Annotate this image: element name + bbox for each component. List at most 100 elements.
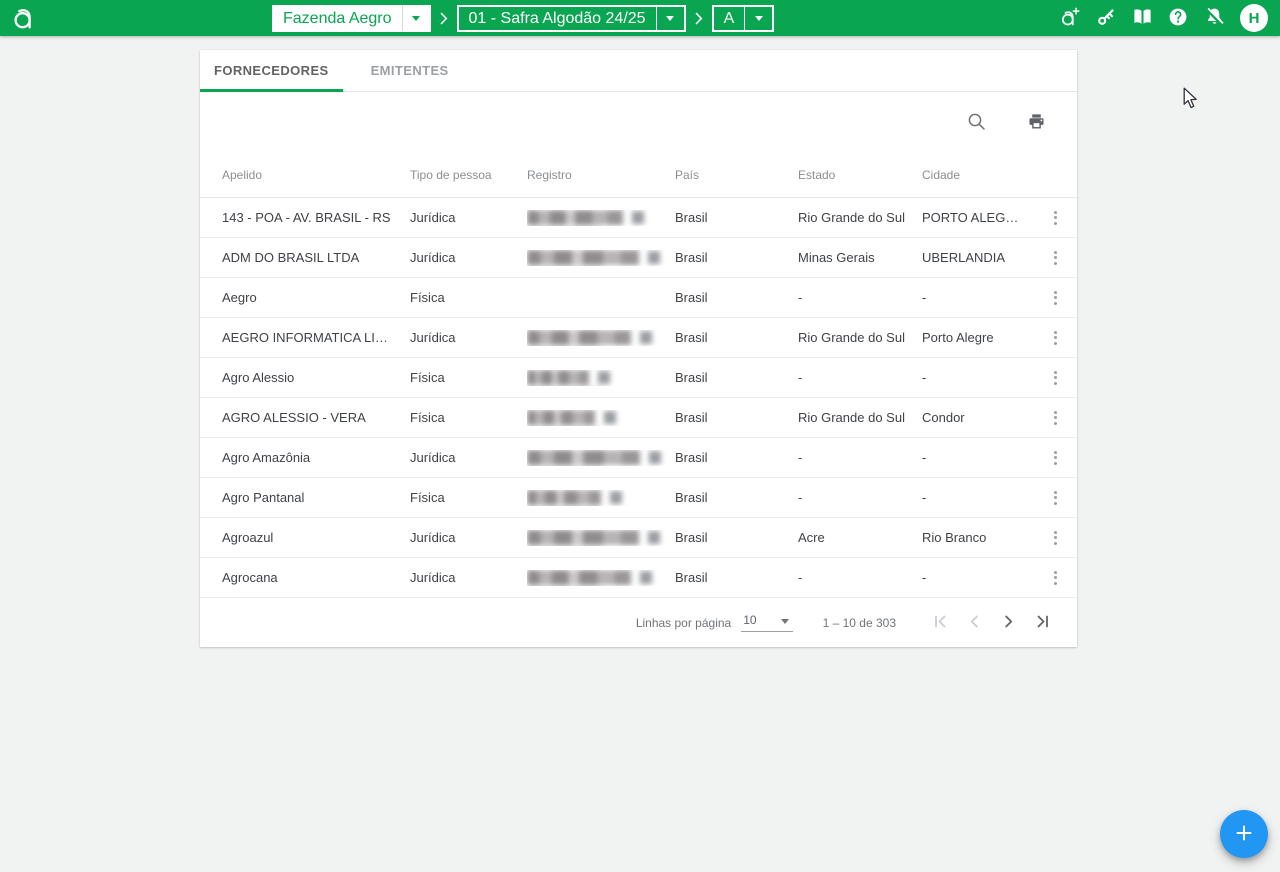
row-cell-cidade: - <box>922 370 1033 385</box>
row-menu-button[interactable] <box>1048 364 1063 391</box>
caret-down-icon[interactable] <box>657 7 684 30</box>
row-cell-apelido: AGRO ALESSIO - VERA <box>222 410 410 425</box>
row-cell-registro <box>527 370 675 386</box>
row-cell-estado: - <box>798 290 922 305</box>
add-supplier-fab[interactable] <box>1220 810 1268 858</box>
table-row[interactable]: AegroFísicaBrasil-- <box>200 278 1077 318</box>
breadcrumb-separator-icon <box>440 12 448 25</box>
row-cell-apelido: AEGRO INFORMATICA LIMITA... <box>222 330 410 345</box>
previous-page-button[interactable] <box>964 612 985 633</box>
row-menu-button[interactable] <box>1048 284 1063 311</box>
row-cell-pais: Brasil <box>675 410 798 425</box>
row-cell-pais: Brasil <box>675 290 798 305</box>
search-icon <box>967 112 986 134</box>
kebab-icon <box>1054 451 1057 465</box>
kebab-icon <box>1054 411 1057 425</box>
row-cell-tipo: Jurídica <box>410 330 527 345</box>
aegro-logo-icon[interactable] <box>10 3 40 33</box>
topbar-actions: H <box>1058 4 1270 32</box>
tab-fornecedores[interactable]: FORNECEDORES <box>200 50 343 91</box>
chevron-right-icon <box>999 612 1018 634</box>
row-cell-cidade: - <box>922 290 1033 305</box>
aegro-plus-icon <box>1059 6 1081 31</box>
row-menu-button[interactable] <box>1048 564 1063 591</box>
row-menu-button[interactable] <box>1048 204 1063 231</box>
row-cell-estado: Rio Grande do Sul <box>798 210 922 225</box>
row-cell-registro <box>527 410 675 426</box>
caret-down-icon[interactable] <box>403 6 430 31</box>
row-cell-cidade: Porto Alegre <box>922 330 1033 345</box>
key-icon <box>1096 7 1116 30</box>
table-header-row: Apelido Tipo de pessoa Registro País Est… <box>200 153 1077 198</box>
key-button[interactable] <box>1094 6 1118 30</box>
farm-select[interactable]: Fazenda Aegro <box>272 5 431 32</box>
plus-icon <box>1234 823 1254 846</box>
help-button[interactable] <box>1166 6 1190 30</box>
row-cell-registro <box>527 250 675 266</box>
table-row[interactable]: Agro PantanalFísicaBrasil-- <box>200 478 1077 518</box>
row-menu-button[interactable] <box>1048 244 1063 271</box>
row-cell-registro <box>527 530 675 546</box>
row-cell-registro <box>527 450 675 466</box>
table-row[interactable]: Agro AlessioFísicaBrasil-- <box>200 358 1077 398</box>
column-header-registro: Registro <box>527 168 675 182</box>
rows-per-page-value: 10 <box>743 613 756 627</box>
table-row[interactable]: AgrocanaJurídicaBrasil-- <box>200 558 1077 598</box>
table-row[interactable]: 143 - POA - AV. BRASIL - RSJurídicaBrasi… <box>200 198 1077 238</box>
table-body: 143 - POA - AV. BRASIL - RSJurídicaBrasi… <box>200 198 1077 598</box>
farm-select-label: Fazenda Aegro <box>273 6 402 31</box>
avatar[interactable]: H <box>1240 4 1268 32</box>
redacted-registro <box>527 370 661 386</box>
table-row[interactable]: AgroazulJurídicaBrasilAcreRio Branco <box>200 518 1077 558</box>
column-header-pais: País <box>675 168 798 182</box>
row-cell-apelido: Aegro <box>222 290 410 305</box>
row-cell-registro <box>527 570 675 586</box>
table-toolbar <box>200 92 1077 153</box>
row-cell-pais: Brasil <box>675 330 798 345</box>
first-page-icon <box>931 612 950 634</box>
season-select[interactable]: 01 - Safra Algodão 24/25 <box>457 5 686 32</box>
row-menu-button[interactable] <box>1048 484 1063 511</box>
table-row[interactable]: Agro AmazôniaJurídicaBrasil-- <box>200 438 1077 478</box>
column-header-estado: Estado <box>798 168 922 182</box>
table-row[interactable]: AGRO ALESSIO - VERAFísicaBrasilRio Grand… <box>200 398 1077 438</box>
row-cell-tipo: Jurídica <box>410 530 527 545</box>
row-cell-apelido: Agro Alessio <box>222 370 410 385</box>
add-farm-button[interactable] <box>1058 6 1082 30</box>
last-page-button[interactable] <box>1032 612 1053 633</box>
kebab-icon <box>1054 331 1057 345</box>
row-cell-tipo: Jurídica <box>410 570 527 585</box>
table-row[interactable]: AEGRO INFORMATICA LIMITA...Jurídica Brasi… <box>200 318 1077 358</box>
row-cell-estado: Rio Grande do Sul <box>798 330 922 345</box>
next-page-button[interactable] <box>998 612 1019 633</box>
print-button[interactable] <box>1025 112 1047 134</box>
redacted-registro <box>527 210 661 226</box>
column-header-cidade: Cidade <box>922 168 1033 182</box>
row-cell-apelido: Agroazul <box>222 530 410 545</box>
row-cell-registro <box>527 210 675 226</box>
row-cell-pais: Brasil <box>675 210 798 225</box>
plot-select[interactable]: A <box>712 5 775 32</box>
row-menu-button[interactable] <box>1048 404 1063 431</box>
row-cell-registro <box>527 330 675 346</box>
row-cell-tipo: Física <box>410 290 527 305</box>
knowledge-base-button[interactable] <box>1130 6 1154 30</box>
row-menu-button[interactable] <box>1048 524 1063 551</box>
kebab-icon <box>1054 211 1057 225</box>
notifications-button[interactable] <box>1202 6 1226 30</box>
row-cell-apelido: ADM DO BRASIL LTDA <box>222 250 410 265</box>
kebab-icon <box>1054 571 1057 585</box>
search-button[interactable] <box>965 112 987 134</box>
row-menu-button[interactable] <box>1048 444 1063 471</box>
table-row[interactable]: ADM DO BRASIL LTDAJurídicaBrasilMinas Ge… <box>200 238 1077 278</box>
chevron-left-icon <box>965 612 984 634</box>
caret-down-icon[interactable] <box>745 7 772 30</box>
rows-per-page-select[interactable]: 10 <box>741 613 792 632</box>
row-cell-cidade: Condor <box>922 410 1033 425</box>
row-cell-estado: Minas Gerais <box>798 250 922 265</box>
row-menu-button[interactable] <box>1048 324 1063 351</box>
row-cell-pais: Brasil <box>675 450 798 465</box>
tab-emitentes[interactable]: EMITENTES <box>343 50 477 91</box>
row-cell-estado: - <box>798 570 922 585</box>
first-page-button[interactable] <box>930 612 951 633</box>
